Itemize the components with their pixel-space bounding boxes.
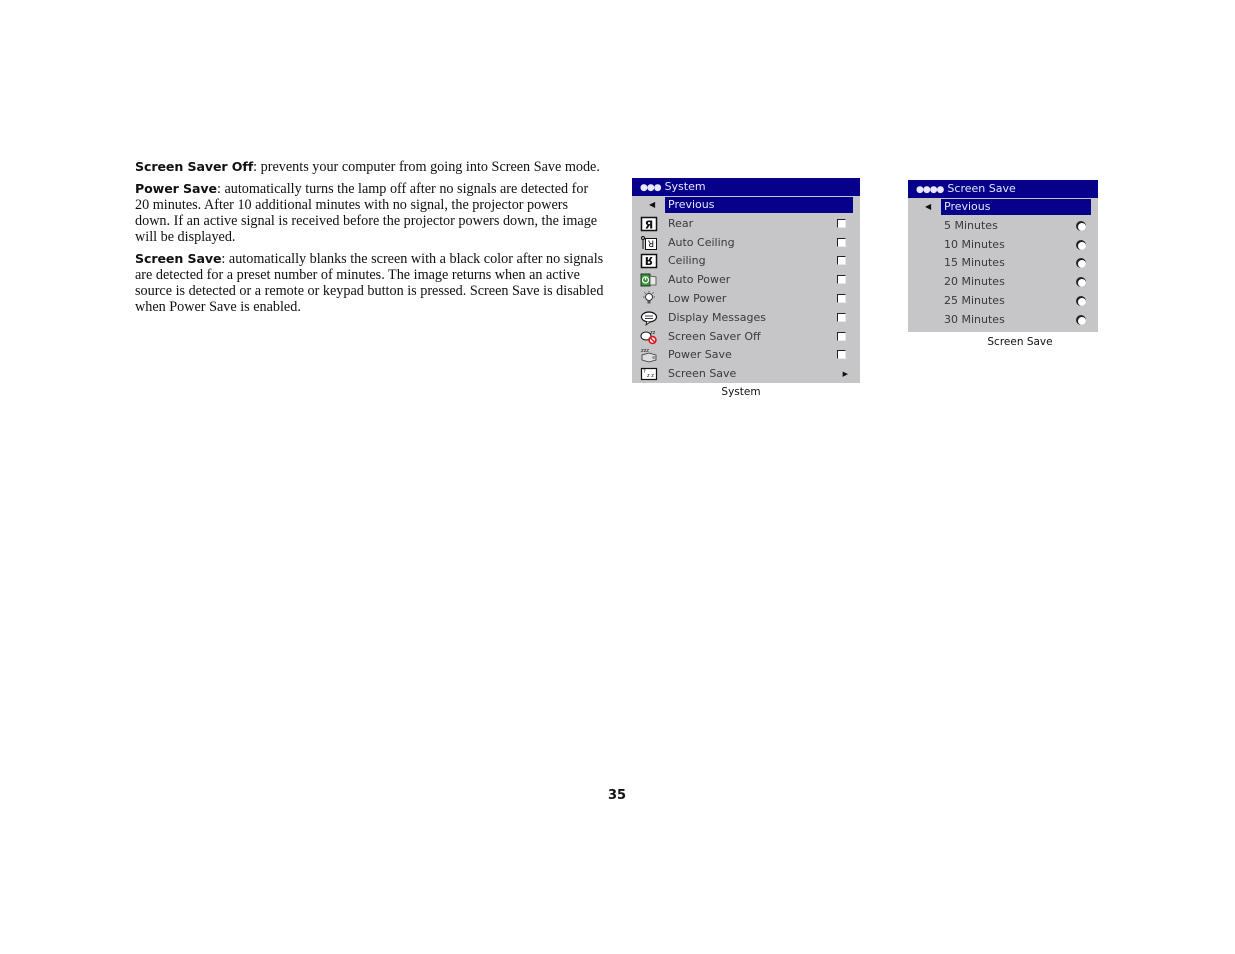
checkbox[interactable] (837, 350, 846, 360)
checkbox[interactable] (837, 237, 846, 247)
menu-titlebar: ●●● System (632, 178, 860, 196)
menu-item-label: Ceiling (668, 254, 706, 268)
svg-text:?: ? (643, 369, 646, 375)
paragraph-power-save: Power Save: automatically turns the lamp… (135, 181, 605, 245)
menu-item-label: Previous (944, 200, 991, 213)
figure-caption: Screen Save (987, 336, 1053, 348)
menu-item-label: Low Power (668, 291, 727, 305)
option-15-minutes[interactable]: 15 Minutes (908, 254, 1098, 273)
option-5-minutes[interactable]: 5 Minutes (908, 217, 1098, 236)
menu-item-power-save[interactable]: zzz Power Save (632, 346, 860, 365)
option-label: 30 Minutes (944, 312, 1005, 326)
menu-item-label: Rear (668, 216, 694, 230)
auto-ceiling-icon: R (641, 235, 657, 250)
term: Screen Save (135, 251, 222, 266)
system-menu: ●●● System ◀ Previous Я Rear R Auto Ceili… (632, 178, 860, 383)
rear-projection-icon: Я (640, 216, 658, 231)
checkbox[interactable] (837, 312, 846, 322)
ceiling-icon: Я (640, 254, 658, 269)
svg-text:z z: z z (647, 373, 654, 379)
power-save-icon: zzz (641, 348, 657, 363)
option-30-minutes[interactable]: 30 Minutes (908, 311, 1098, 330)
option-20-minutes[interactable]: 20 Minutes (908, 273, 1098, 292)
menu-titlebar: ●●●● Screen Save (908, 180, 1098, 198)
option-25-minutes[interactable]: 25 Minutes (908, 292, 1098, 311)
term: Screen Saver Off (135, 159, 254, 174)
paragraph-screen-saver-off: Screen Saver Off: prevents your computer… (135, 159, 605, 175)
back-arrow-icon: ◀ (925, 202, 932, 211)
menu-item-screen-saver-off[interactable]: zz Screen Saver Off (632, 328, 860, 347)
menu-level-dots: ●●●● (916, 185, 944, 195)
checkbox[interactable] (837, 256, 846, 266)
term: Power Save (135, 181, 217, 196)
menu-item-label: Screen Saver Off (668, 329, 761, 343)
definition: : prevents your computer from going into… (253, 159, 600, 175)
radio-button[interactable] (1076, 295, 1086, 306)
menu-item-rear[interactable]: Я Rear (632, 215, 860, 234)
paragraph-screen-save: Screen Save: automatically blanks the sc… (135, 251, 605, 315)
menu-item-ceiling[interactable]: Я Ceiling (632, 252, 860, 271)
body-text: Screen Saver Off: prevents your computer… (135, 159, 605, 321)
menu-item-auto-ceiling[interactable]: R Auto Ceiling (632, 234, 860, 253)
menu-item-label: Previous (668, 198, 715, 211)
menu-item-low-power[interactable]: Low Power (632, 290, 860, 309)
auto-power-icon (640, 273, 657, 287)
checkbox[interactable] (837, 218, 846, 228)
svg-text:Я: Я (645, 254, 653, 267)
svg-text:R: R (648, 237, 654, 247)
menu-item-display-messages[interactable]: Display Messages (632, 309, 860, 328)
menu-item-label: Screen Save (668, 367, 737, 381)
radio-button[interactable] (1076, 277, 1086, 288)
radio-button[interactable] (1076, 258, 1086, 269)
radio-button[interactable] (1076, 239, 1086, 250)
low-power-bulb-icon (643, 290, 655, 304)
option-label: 25 Minutes (944, 293, 1005, 307)
screen-save-icon: ?z z (640, 368, 658, 381)
svg-text:zz: zz (650, 330, 656, 336)
checkbox[interactable] (837, 331, 846, 341)
figure-caption: System (721, 386, 761, 398)
menu-title: System (664, 180, 706, 193)
menu-title: Screen Save (947, 182, 1016, 195)
page-number: 35 (607, 788, 627, 803)
back-arrow-icon: ◀ (649, 200, 656, 209)
checkbox[interactable] (837, 275, 846, 285)
option-label: 15 Minutes (944, 256, 1005, 270)
checkbox[interactable] (837, 293, 846, 303)
screen-save-menu: ●●●● Screen Save ◀ Previous 5 Minutes 10 … (908, 180, 1098, 332)
menu-item-label: Power Save (668, 348, 732, 362)
option-label: 5 Minutes (944, 218, 998, 232)
radio-button[interactable] (1076, 314, 1086, 325)
screen-saver-off-icon: zz (640, 330, 657, 344)
menu-item-label: Auto Power (668, 273, 731, 287)
option-10-minutes[interactable]: 10 Minutes (908, 236, 1098, 255)
menu-item-label: Auto Ceiling (668, 235, 735, 249)
menu-level-dots: ●●● (640, 183, 662, 193)
menu-item-previous[interactable]: ◀ Previous (908, 198, 1098, 217)
menu-item-auto-power[interactable]: Auto Power (632, 271, 860, 290)
menu-item-label: Display Messages (668, 310, 766, 324)
submenu-arrow-icon: ▶ (842, 370, 848, 379)
menu-item-screen-save[interactable]: ? z z Screen Save ▶ (632, 365, 860, 384)
speech-bubble-icon (640, 311, 658, 326)
svg-text:Я: Я (645, 218, 653, 231)
option-label: 20 Minutes (944, 275, 1005, 289)
menu-item-previous[interactable]: ◀ Previous (632, 196, 860, 215)
option-label: 10 Minutes (944, 237, 1005, 251)
radio-button[interactable] (1076, 220, 1086, 231)
